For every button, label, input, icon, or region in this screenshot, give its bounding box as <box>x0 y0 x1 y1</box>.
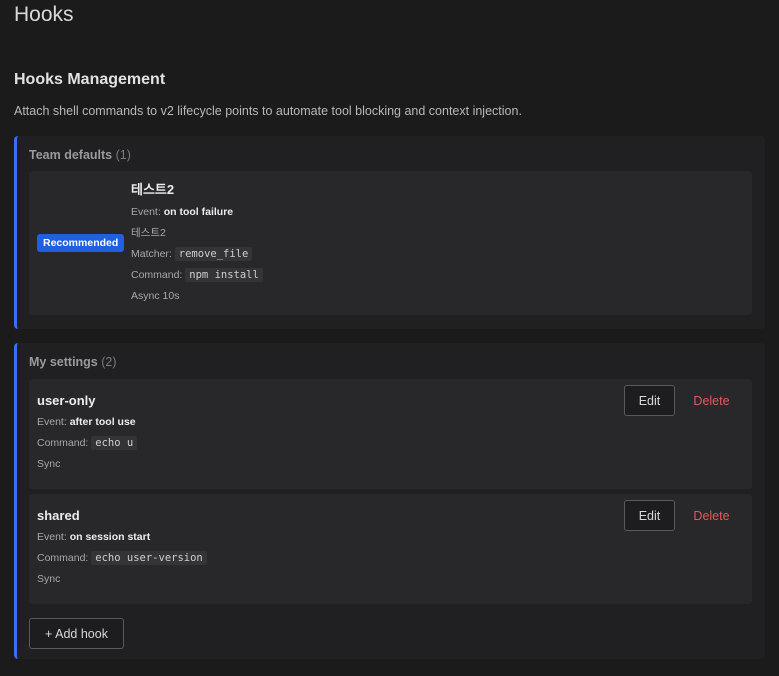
hook-event: Event: on tool failure <box>131 206 263 219</box>
hook-mode: Sync <box>37 573 61 585</box>
command-value: echo u <box>91 436 138 450</box>
hook-mode: Sync <box>37 458 61 470</box>
hook-mode: Async 10s <box>131 290 180 302</box>
section-description: Attach shell commands to v2 lifecycle po… <box>14 104 522 118</box>
team-hook-card: Recommended 테스트2 Event: on tool failure … <box>29 171 752 315</box>
team-defaults-group: Team defaults (1) Recommended 테스트2 Event… <box>14 136 765 329</box>
add-hook-button[interactable]: + Add hook <box>29 618 124 649</box>
my-settings-header: My settings (2) <box>29 355 117 369</box>
hook-command: Command: echo u <box>37 436 138 450</box>
my-settings-label: My settings <box>29 355 98 369</box>
event-value: on session start <box>69 531 151 543</box>
event-value: on tool failure <box>163 206 234 218</box>
page-title: Hooks <box>14 3 74 26</box>
hook-event: Event: after tool use <box>37 416 137 429</box>
hook-description: 테스트2 <box>131 227 166 239</box>
matcher-value: remove_file <box>174 247 253 261</box>
hook-matcher: Matcher: remove_file <box>131 247 263 261</box>
hook-name: 테스트2 <box>131 182 175 197</box>
command-value: npm install <box>185 268 263 282</box>
team-defaults-label: Team defaults <box>29 148 113 162</box>
hook-event: Event: on session start <box>37 531 207 544</box>
my-settings-count: (2) <box>101 355 117 369</box>
event-label: Event: <box>37 531 67 543</box>
user-hook-card: shared Event: on session start Command: … <box>29 494 752 604</box>
team-defaults-count: (1) <box>115 148 131 162</box>
event-label: Event: <box>37 416 67 428</box>
delete-button[interactable]: Delete <box>689 385 734 416</box>
hook-name: user-only <box>37 393 96 408</box>
command-label: Command: <box>131 269 183 281</box>
event-value: after tool use <box>69 416 136 428</box>
user-hook-details: user-only Event: after tool use Command:… <box>37 393 138 471</box>
team-hook-details: 테스트2 Event: on tool failure 테스트2 Matcher… <box>131 179 263 303</box>
command-label: Command: <box>37 437 89 449</box>
team-defaults-header: Team defaults (1) <box>29 148 131 162</box>
hook-command: Command: echo user-version <box>37 551 207 565</box>
delete-button[interactable]: Delete <box>689 500 734 531</box>
hook-name: shared <box>37 508 80 523</box>
edit-button[interactable]: Edit <box>624 385 675 416</box>
command-value: echo user-version <box>91 551 207 565</box>
matcher-label: Matcher: <box>131 248 172 260</box>
event-label: Event: <box>131 206 161 218</box>
recommended-badge: Recommended <box>37 234 125 252</box>
hook-command: Command: npm install <box>131 268 263 282</box>
command-label: Command: <box>37 552 89 564</box>
my-settings-group: My settings (2) user-only Event: after t… <box>14 343 765 659</box>
edit-button[interactable]: Edit <box>624 500 675 531</box>
user-hook-details: shared Event: on session start Command: … <box>37 508 207 586</box>
user-hook-card: user-only Event: after tool use Command:… <box>29 379 752 489</box>
section-title: Hooks Management <box>14 71 166 88</box>
